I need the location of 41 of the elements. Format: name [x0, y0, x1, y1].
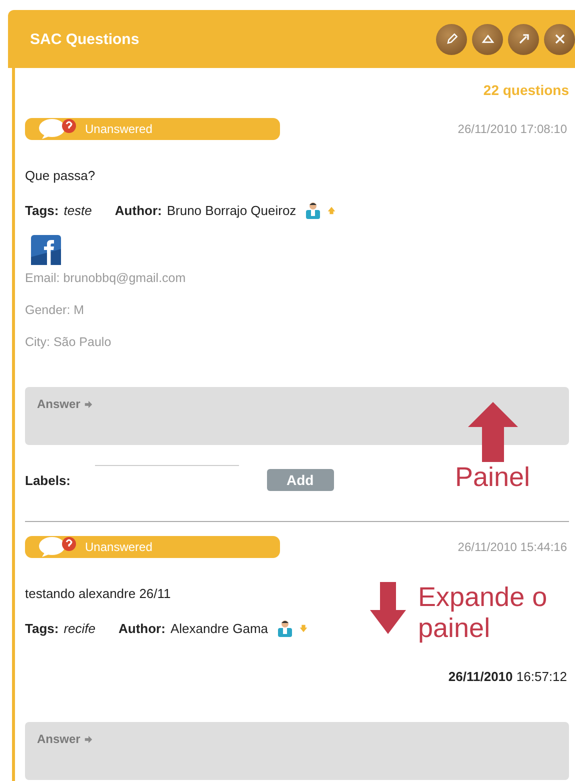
- question-date: 26/11/2010 17:08:10: [458, 122, 568, 136]
- answer-label: Answer: [37, 397, 80, 411]
- profile-field: Gender: M: [25, 303, 569, 317]
- speech-bubble-icon: [37, 117, 77, 139]
- tags-label: Tags:: [25, 202, 59, 218]
- window-title: SAC Questions: [30, 30, 140, 48]
- author-name: Alexandre Gama: [170, 620, 268, 636]
- facebook-icon: [31, 235, 61, 265]
- profile-field: City: São Paulo: [25, 335, 569, 349]
- down-arrow-icon: [370, 582, 406, 634]
- answer-panel[interactable]: Answer: [25, 387, 569, 445]
- add-button[interactable]: Add: [266, 469, 334, 491]
- tags-label: Tags:: [25, 620, 59, 636]
- arrow-icon: [84, 400, 94, 409]
- answered-date: 26/11/2010 16:57:12: [447, 669, 567, 684]
- author-label: Author:: [114, 202, 162, 218]
- speech-bubble-icon: [37, 535, 77, 557]
- person-icon: [277, 619, 294, 637]
- answer-panel[interactable]: Answer: [25, 722, 569, 780]
- labels-label: Labels:: [25, 472, 71, 488]
- annotation-text: Painel: [455, 462, 530, 494]
- annotation-text: Expande o painel: [418, 582, 548, 644]
- tag-link[interactable]: teste: [64, 202, 92, 218]
- author-label: Author:: [118, 620, 166, 636]
- up-arrow-icon: [468, 402, 518, 462]
- person-icon: [305, 201, 322, 219]
- popout-button[interactable]: [508, 24, 539, 54]
- close-button[interactable]: [544, 24, 575, 54]
- profile-field: Email: brunobbq@gmail.com: [25, 271, 569, 285]
- edit-button[interactable]: [436, 24, 467, 54]
- tag-link[interactable]: recife: [64, 620, 96, 636]
- status-badge: Unanswered: [25, 536, 280, 558]
- author-name: Bruno Borrajo Queiroz: [166, 202, 296, 218]
- status-badge: Unanswered: [25, 118, 280, 140]
- answer-label: Answer: [37, 732, 80, 746]
- question-text: testando alexandre 26/11: [25, 586, 171, 601]
- arrow-icon: [84, 735, 94, 744]
- question-text: Que passa?: [25, 168, 96, 183]
- question-date: 26/11/2010 15:44:16: [458, 540, 568, 554]
- collapse-button[interactable]: [472, 24, 503, 54]
- question-count: 22 questions: [482, 81, 569, 100]
